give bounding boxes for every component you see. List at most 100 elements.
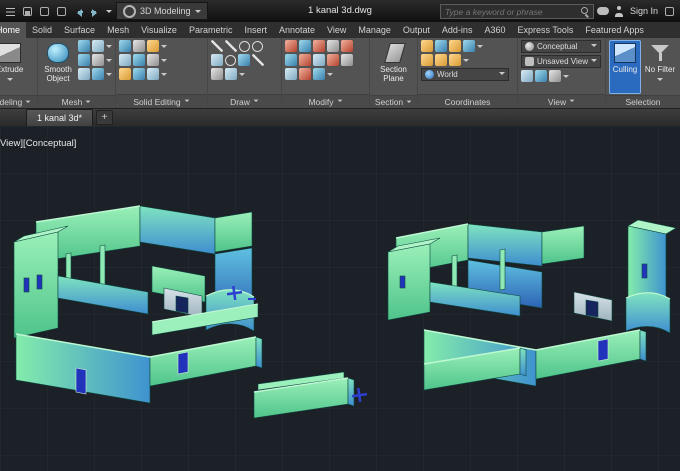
join-icon[interactable]: [313, 68, 325, 80]
tab-insert[interactable]: Insert: [238, 22, 273, 38]
dropdown-arrow-icon[interactable]: [106, 58, 112, 65]
solid-editing-panel-expand-icon[interactable]: [184, 99, 190, 105]
tab-featured-apps[interactable]: Featured Apps: [579, 22, 650, 38]
tab-surface[interactable]: Surface: [58, 22, 101, 38]
thicken-icon[interactable]: [133, 54, 145, 66]
modify-panel-label[interactable]: Modify: [282, 94, 369, 108]
drawing-canvas[interactable]: [0, 126, 680, 471]
app-menu-icon[interactable]: [4, 5, 17, 18]
tab-output[interactable]: Output: [397, 22, 436, 38]
shell-icon[interactable]: [147, 68, 159, 80]
tab-a360[interactable]: A360: [478, 22, 511, 38]
tab-view[interactable]: View: [321, 22, 352, 38]
tools-palettes-icon[interactable]: [549, 70, 561, 82]
tab-parametric[interactable]: Parametric: [183, 22, 239, 38]
mirror-icon[interactable]: [285, 54, 297, 66]
file-tab-1-kanal-3d[interactable]: 1 kanal 3d*: [26, 109, 94, 126]
region-icon[interactable]: [225, 68, 237, 80]
help-icon[interactable]: [663, 5, 676, 18]
polyline-icon[interactable]: [225, 40, 237, 52]
mesh-smooth-less-icon[interactable]: [92, 54, 104, 66]
search-icon[interactable]: [580, 6, 591, 17]
undo-icon[interactable]: [72, 5, 85, 18]
subtract-icon[interactable]: [133, 40, 145, 52]
ucs-x-icon[interactable]: [421, 54, 433, 66]
offset-icon[interactable]: [299, 68, 311, 80]
tab-manage[interactable]: Manage: [352, 22, 397, 38]
culling-button[interactable]: Culling: [609, 40, 641, 94]
ucs-world-icon[interactable]: [435, 40, 447, 52]
coordinates-panel-label[interactable]: Coordinates: [418, 94, 517, 108]
ucs-z-icon[interactable]: [449, 54, 461, 66]
dropdown-arrow-icon[interactable]: [161, 44, 167, 51]
slice-icon[interactable]: [119, 54, 131, 66]
building-model-right[interactable]: [387, 219, 677, 387]
ellipse-icon[interactable]: [225, 54, 236, 66]
arc-icon[interactable]: [252, 40, 263, 52]
offset-edge-icon[interactable]: [147, 54, 159, 66]
hatch-icon[interactable]: [238, 54, 250, 66]
fillet-edge-icon[interactable]: [119, 68, 131, 80]
modify-panel-expand-icon[interactable]: [337, 99, 342, 105]
mesh-panel-label[interactable]: Mesh: [38, 95, 115, 108]
selection-panel-label[interactable]: Selection: [606, 95, 680, 108]
scale-icon[interactable]: [327, 40, 339, 52]
section-panel-label[interactable]: Section: [370, 95, 417, 108]
mesh-panel-expand-icon[interactable]: [85, 100, 91, 105]
a360-cloud-icon[interactable]: [596, 7, 609, 15]
move-icon[interactable]: [285, 40, 297, 52]
tab-express-tools[interactable]: Express Tools: [511, 22, 579, 38]
draw-panel-label[interactable]: Draw: [208, 94, 281, 108]
dropdown-arrow-icon[interactable]: [161, 72, 167, 79]
taper-faces-icon[interactable]: [133, 68, 145, 80]
mesh-revolve-icon[interactable]: [92, 40, 104, 52]
solid-editing-panel-label[interactable]: Solid Editing: [116, 94, 207, 108]
explode-icon[interactable]: [285, 68, 297, 80]
mesh-box-icon[interactable]: [78, 40, 90, 52]
tab-home[interactable]: Home: [0, 22, 27, 38]
visual-style-dropdown[interactable]: Conceptual: [521, 40, 601, 53]
help-search[interactable]: [440, 4, 594, 19]
search-input[interactable]: [441, 6, 580, 17]
intersect-icon[interactable]: [147, 40, 159, 52]
view-panel-label[interactable]: View: [518, 94, 605, 108]
spline-icon[interactable]: [252, 54, 264, 66]
copy-icon[interactable]: [299, 40, 311, 52]
open-icon[interactable]: [38, 5, 51, 18]
workspace-switcher[interactable]: 3D Modeling: [116, 2, 208, 20]
trim-icon[interactable]: [341, 40, 353, 52]
circle-icon[interactable]: [239, 40, 250, 52]
redo-icon[interactable]: [89, 5, 102, 18]
dropdown-arrow-icon[interactable]: [477, 44, 483, 51]
tab-solid[interactable]: Solid: [26, 22, 58, 38]
rotate-icon[interactable]: [313, 40, 325, 52]
line-icon[interactable]: [211, 40, 223, 52]
section-panel-expand-icon[interactable]: [406, 100, 412, 105]
tab-annotate[interactable]: Annotate: [273, 22, 321, 38]
dropdown-arrow-icon[interactable]: [327, 72, 333, 79]
view-panel-expand-icon[interactable]: [569, 99, 575, 105]
smooth-object-button[interactable]: Smooth Object: [41, 40, 75, 94]
dropdown-arrow-icon[interactable]: [563, 74, 569, 81]
tab-add-ins[interactable]: Add-ins: [436, 22, 479, 38]
new-drawing-tab-button[interactable]: +: [96, 110, 114, 125]
mesh-crease-icon[interactable]: [92, 68, 104, 80]
modeling-panel-label[interactable]: Modeling: [0, 95, 37, 108]
draw-panel-expand-icon[interactable]: [253, 99, 259, 105]
drawing-viewport[interactable]: View][Conceptual]: [0, 126, 680, 471]
ucs-named-dropdown[interactable]: World: [421, 68, 509, 81]
modeling-panel-expand-icon[interactable]: [25, 100, 31, 105]
qat-dropdown-icon[interactable]: [106, 9, 112, 16]
mesh-refine-icon[interactable]: [78, 68, 90, 80]
stretch-icon[interactable]: [327, 54, 339, 66]
save-icon[interactable]: [21, 5, 34, 18]
fillet-icon[interactable]: [299, 54, 311, 66]
tab-mesh[interactable]: Mesh: [101, 22, 135, 38]
union-icon[interactable]: [119, 40, 131, 52]
no-filter-dropdown-icon[interactable]: [657, 77, 663, 84]
plot-icon[interactable]: [55, 5, 68, 18]
free-wall-left[interactable]: [253, 371, 355, 419]
dropdown-arrow-icon[interactable]: [239, 72, 245, 79]
dropdown-arrow-icon[interactable]: [463, 58, 469, 65]
ucs-y-icon[interactable]: [435, 54, 447, 66]
